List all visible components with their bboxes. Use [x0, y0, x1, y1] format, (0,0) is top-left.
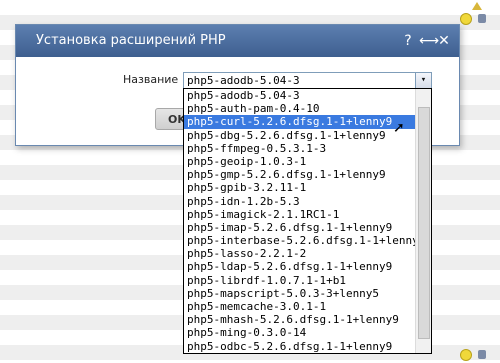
dropdown-option[interactable]: php5-ffmpeg-0.5.3.1-3 — [184, 142, 431, 155]
dropdown-option[interactable]: php5-gpib-3.2.11-1 — [184, 181, 431, 194]
dropdown-option[interactable]: php5-mhash-5.2.6.dfsg.1-1+lenny9 — [184, 313, 431, 326]
mouse-pointer-icon: ➚ — [393, 120, 405, 136]
close-icon[interactable]: ✕ — [437, 25, 451, 57]
dropdown-option[interactable]: php5-geoip-1.0.3-1 — [184, 155, 431, 168]
name-label: Название — [123, 73, 179, 86]
dropdown-option[interactable]: php5-memcache-3.0.1-1 — [184, 300, 431, 313]
dropdown-option[interactable]: php5-idn-1.2b-5.3 — [184, 195, 431, 208]
dropdown-option[interactable]: php5-interbase-5.2.6.dfsg.1-1+lenny9 — [184, 234, 431, 247]
dialog-title: Установка расширений PHP — [36, 33, 226, 48]
warning-icon — [472, 2, 482, 10]
dropdown-option[interactable]: php5-gmp-5.2.6.dfsg.1-1+lenny9 — [184, 168, 431, 181]
dropdown-option[interactable]: php5-imap-5.2.6.dfsg.1-1+lenny9 — [184, 221, 431, 234]
select-value: php5-adodb-5.04-3 — [187, 74, 300, 87]
chevron-down-icon[interactable]: ▾ — [415, 73, 431, 88]
help-icon[interactable]: ? — [401, 25, 415, 57]
scrollbar-thumb[interactable] — [418, 107, 430, 339]
dropdown-option[interactable]: php5-librdf-1.0.7.1-1+b1 — [184, 274, 431, 287]
lock-icon — [478, 350, 486, 359]
dialog-titlebar[interactable]: Установка расширений PHP ? ⟷ ✕ — [16, 25, 459, 57]
status-dot-icon — [460, 349, 472, 361]
dropdown-option[interactable]: php5-adodb-5.04-3 — [184, 89, 431, 102]
dropdown-option[interactable]: php5-mapscript-5.0.3-3+lenny5 — [184, 287, 431, 300]
dropdown-option[interactable]: php5-imagick-2.1.1RC1-1 — [184, 208, 431, 221]
resize-icon[interactable]: ⟷ — [419, 25, 439, 57]
dropdown-option[interactable]: php5-lasso-2.2.1-2 — [184, 247, 431, 260]
status-dot-icon — [460, 13, 472, 25]
dropdown-option[interactable]: php5-odbc-5.2.6.dfsg.1-1+lenny9 — [184, 340, 431, 353]
dropdown-option[interactable]: php5-ming-0.3.0-14 — [184, 326, 431, 339]
dropdown-scrollbar[interactable] — [415, 89, 431, 353]
extension-select[interactable]: php5-adodb-5.04-3 ▾ — [183, 72, 432, 89]
lock-icon — [478, 14, 486, 23]
dropdown-option[interactable]: php5-ldap-5.2.6.dfsg.1-1+lenny9 — [184, 260, 431, 273]
dropdown-option[interactable]: php5-auth-pam-0.4-10 — [184, 102, 431, 115]
